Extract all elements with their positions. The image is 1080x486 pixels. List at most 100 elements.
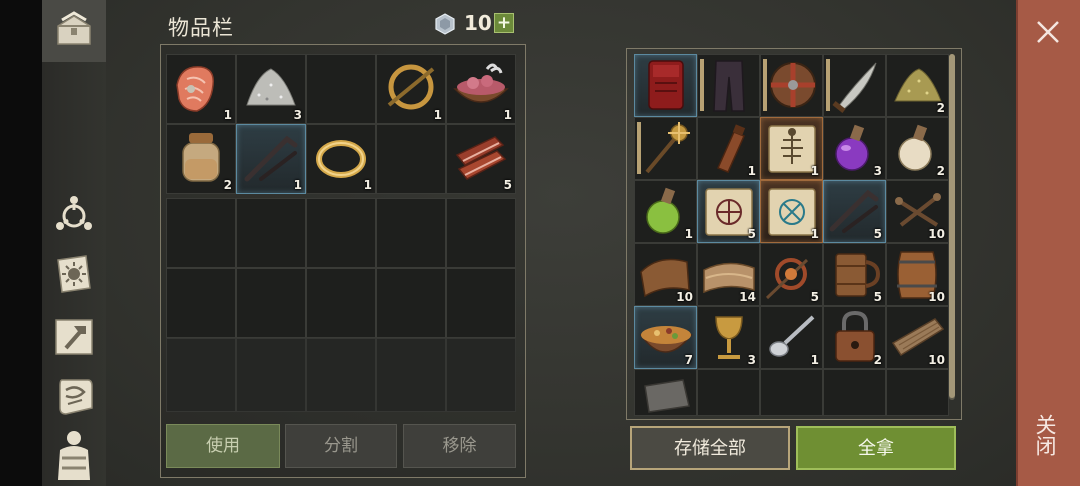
storage-slot-round-shield[interactable] (760, 54, 823, 117)
inventory-slot-iron-crowbar[interactable]: 1 (236, 124, 306, 194)
storage-slot-leather-flask[interactable]: 1 (697, 117, 760, 180)
storage-slot-silver-spoon[interactable]: 1 (760, 306, 823, 369)
storage-slot-golden-goblet[interactable]: 3 (697, 306, 760, 369)
inventory-slot-empty[interactable] (306, 198, 376, 268)
inventory-slot-gold-ring[interactable]: 1 (306, 124, 376, 194)
remove-button[interactable]: 移除 (403, 424, 516, 468)
gem-currency-icon (435, 13, 455, 35)
item-count: 3 (873, 164, 882, 178)
storage-slot-wood-plank[interactable]: 10 (886, 306, 949, 369)
inventory-slot-raw-fish-steak[interactable]: 1 (166, 54, 236, 124)
item-count: 1 (223, 108, 232, 122)
item-count: 1 (433, 108, 442, 122)
inventory-slot-fermented-jar[interactable]: 2 (166, 124, 236, 194)
storage-slot-barrel[interactable]: 10 (886, 243, 949, 306)
item-count: 1 (684, 227, 693, 241)
add-currency-button[interactable]: + (494, 13, 514, 33)
item-count: 1 (293, 178, 302, 192)
inventory-slot-ring-brooch[interactable]: 1 (376, 54, 446, 124)
use-button[interactable]: 使用 (166, 424, 280, 468)
close-label[interactable]: 关闭 (1033, 414, 1060, 456)
inventory-slot-empty[interactable] (376, 268, 446, 338)
storage-slot-leather-scrap[interactable]: 10 (634, 243, 697, 306)
storage-slot-padlock[interactable]: 2 (823, 306, 886, 369)
inventory-slot-bacon-strips[interactable]: 5 (446, 124, 516, 194)
item-count: 10 (928, 353, 945, 367)
storage-slot-scimitar[interactable] (823, 54, 886, 117)
storage-slot-nails[interactable]: 10 (886, 180, 949, 243)
inventory-slot-empty[interactable] (236, 268, 306, 338)
storage-slot-rune-scroll-b[interactable]: 1 (760, 180, 823, 243)
storage-slot-red-backpack[interactable] (634, 54, 697, 117)
split-button[interactable]: 分割 (285, 424, 397, 468)
left-edge (0, 0, 42, 486)
item-count: 2 (936, 101, 945, 115)
item-count: 2 (223, 178, 232, 192)
inventory-slot-locked (306, 338, 376, 412)
storage-slot-stone-block[interactable] (634, 369, 697, 416)
chest-icon[interactable] (50, 6, 98, 54)
inventory-slot-empty[interactable] (376, 124, 446, 194)
storage-slot-green-potion[interactable]: 1 (634, 180, 697, 243)
item-count: 7 (684, 353, 693, 367)
inventory-slot-locked (446, 338, 516, 412)
scroll-icon[interactable] (50, 372, 98, 420)
close-icon[interactable] (1032, 16, 1064, 48)
item-count: 1 (810, 353, 819, 367)
stone-block-icon (644, 379, 690, 413)
quest-book-icon[interactable] (50, 250, 98, 298)
storage-slot-empty[interactable] (886, 369, 949, 416)
item-count: 1 (810, 164, 819, 178)
item-count: 14 (739, 290, 756, 304)
storage-slot-skeleton-scroll[interactable]: 1 (760, 117, 823, 180)
currency-count: 10 (464, 11, 492, 35)
item-count: 1 (363, 178, 372, 192)
storage-slot-fire-spit[interactable]: 5 (760, 243, 823, 306)
hammer-map-icon[interactable] (50, 312, 98, 360)
item-count: 5 (810, 290, 819, 304)
item-count: 2 (936, 164, 945, 178)
item-count: 3 (293, 108, 302, 122)
storage-slot-rune-scroll-a[interactable]: 5 (697, 180, 760, 243)
round-shield-icon (770, 62, 816, 108)
storage-slot-cloth-roll[interactable]: 14 (697, 243, 760, 306)
dark-pants-icon (713, 60, 745, 112)
storage-slot-spiked-mace[interactable] (634, 117, 697, 180)
scimitar-icon (832, 62, 877, 113)
storage-slot-milk-potion[interactable]: 2 (886, 117, 949, 180)
take-all-button[interactable]: 全拿 (796, 426, 956, 470)
inventory-slot-empty[interactable] (306, 268, 376, 338)
storage-slot-purple-potion[interactable]: 3 (823, 117, 886, 180)
storage-slot-wooden-mug[interactable]: 5 (823, 243, 886, 306)
store-all-button[interactable]: 存储全部 (630, 426, 790, 470)
storage-slot-stew-bowl[interactable]: 7 (634, 306, 697, 369)
inventory-slot-empty[interactable] (166, 268, 236, 338)
inventory-slot-empty[interactable] (236, 198, 306, 268)
storage-slot-empty[interactable] (697, 369, 760, 416)
item-count: 5 (873, 290, 882, 304)
inventory-slot-empty[interactable] (446, 198, 516, 268)
guild-emblem-icon[interactable] (50, 190, 98, 238)
item-count: 5 (747, 227, 756, 241)
item-count: 10 (928, 227, 945, 241)
inventory-slot-locked (166, 338, 236, 412)
item-count: 10 (928, 290, 945, 304)
red-backpack-icon (648, 60, 684, 110)
spiked-mace-icon (645, 122, 690, 174)
storage-slot-empty[interactable] (823, 369, 886, 416)
inventory-slot-locked (376, 338, 446, 412)
storage-slot-empty[interactable] (760, 369, 823, 416)
storage-slot-iron-crowbar[interactable]: 5 (823, 180, 886, 243)
storage-scrollbar-thumb[interactable] (949, 54, 955, 398)
character-icon[interactable] (50, 430, 98, 480)
inventory-slot-empty[interactable] (446, 268, 516, 338)
inventory-slot-raw-meat-bowl[interactable]: 1 (446, 54, 516, 124)
inventory-slot-empty[interactable] (306, 54, 376, 124)
storage-slot-seed-pile[interactable]: 2 (886, 54, 949, 117)
storage-slot-dark-pants[interactable] (697, 54, 760, 117)
item-count: 5 (873, 227, 882, 241)
inventory-slot-empty[interactable] (376, 198, 446, 268)
item-count: 1 (503, 108, 512, 122)
inventory-slot-empty[interactable] (166, 198, 236, 268)
inventory-slot-salt-pile[interactable]: 3 (236, 54, 306, 124)
